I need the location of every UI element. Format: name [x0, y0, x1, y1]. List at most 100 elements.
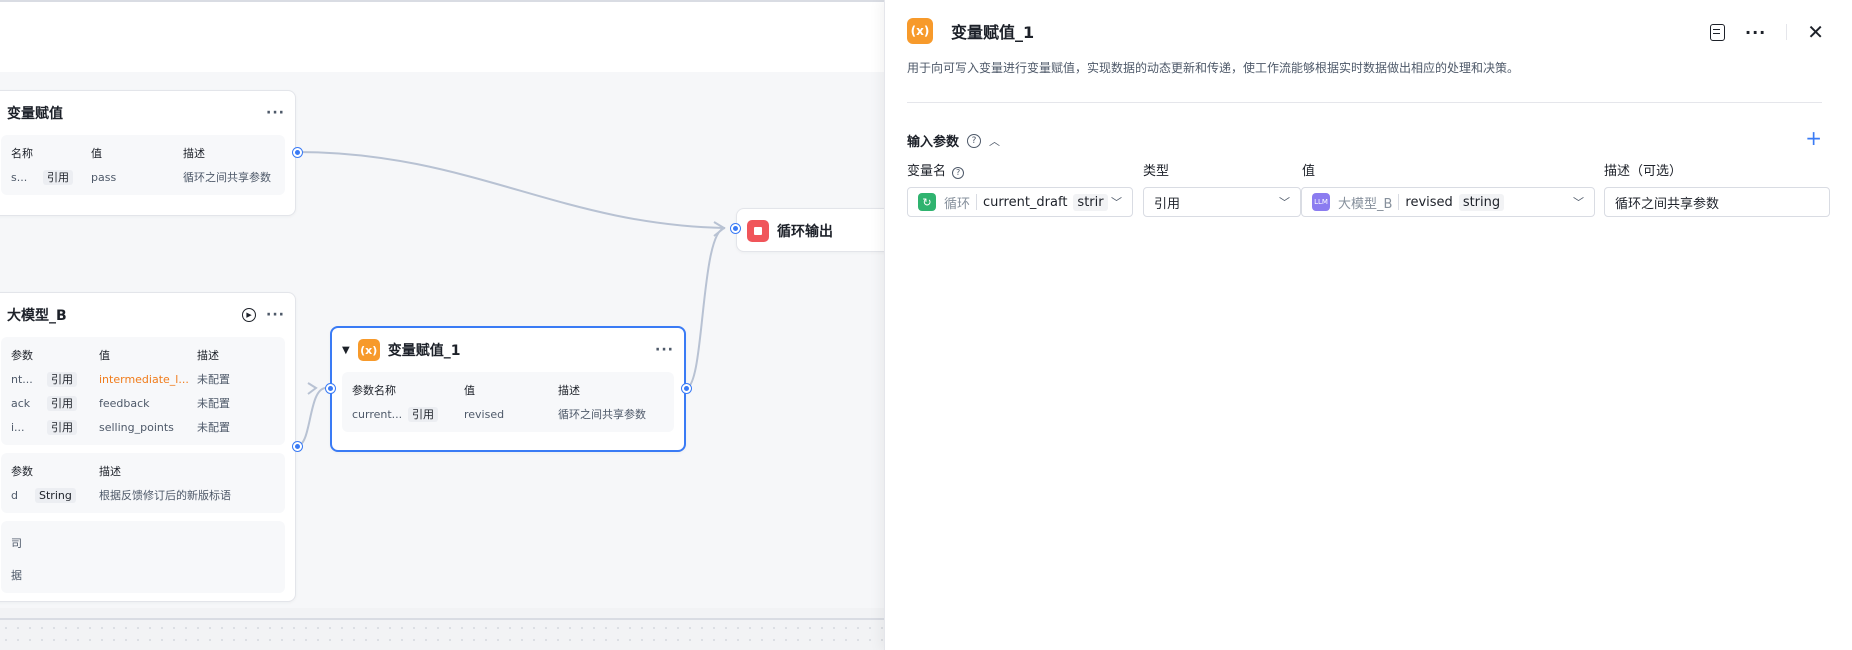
var-name: current_draft: [983, 194, 1068, 210]
col-header-var-name: 变量名 ?: [907, 160, 965, 179]
col-value: 值: [99, 349, 110, 362]
col-label: 变量名: [907, 164, 947, 179]
col-header-type: 类型: [1143, 164, 1170, 179]
close-icon[interactable]: ✕: [1807, 20, 1824, 44]
input-params-box: 参数 值 描述 nt... 引用 intermediate_l... 未配置 a…: [1, 337, 285, 445]
param-desc: 未配置: [197, 421, 230, 434]
extra-box: 司 据: [1, 521, 285, 593]
param-name: current...: [352, 407, 403, 421]
type-tag: String: [35, 487, 76, 503]
param-name: nt...: [11, 372, 33, 386]
separator: [976, 194, 978, 210]
input-port[interactable]: [731, 224, 740, 233]
variable-icon: (x): [907, 18, 933, 44]
param-value: pass: [91, 170, 117, 184]
var-source: 循环: [944, 196, 971, 212]
play-icon[interactable]: ▶: [242, 308, 257, 322]
panel-title[interactable]: 变量赋值_1: [951, 19, 1034, 43]
col-value: 值: [464, 384, 475, 397]
node-title: 循环输出: [777, 224, 833, 240]
loop-icon: ↻: [918, 193, 936, 211]
param-name: i...: [11, 420, 25, 434]
node-config-panel: (x) 变量赋值_1 ··· ✕ 用于向可写入变量进行变量赋值，实现数据的动态更…: [884, 0, 1852, 650]
collapse-icon[interactable]: ▼: [342, 345, 350, 356]
canvas-header-area: [0, 0, 884, 72]
separator: [1398, 194, 1400, 210]
node-loop-output[interactable]: 循环输出: [736, 208, 884, 252]
input-port[interactable]: [326, 384, 335, 393]
chevron-down-icon[interactable]: ﹀: [1279, 194, 1290, 210]
col-name: 名称: [11, 147, 33, 160]
col-desc: 描述: [99, 465, 121, 478]
var-type: strir: [1073, 193, 1108, 211]
node-title: 变量赋值_1: [387, 343, 461, 359]
ref-tag: 引用: [43, 170, 73, 185]
stop-icon: [747, 220, 769, 242]
more-icon[interactable]: ···: [655, 343, 674, 357]
param-row: s... 引用 pass 循环之间共享参数: [11, 165, 275, 189]
param-desc: 循环之间共享参数: [558, 408, 646, 421]
more-icon[interactable]: ···: [266, 308, 285, 322]
param-desc: 未配置: [197, 373, 230, 386]
extra-row: 司: [11, 537, 22, 550]
output-row: d String 根据反馈修订后的新版标语: [11, 483, 275, 507]
ref-tag: 引用: [47, 396, 77, 411]
help-icon[interactable]: ?: [952, 166, 965, 179]
variable-icon: (x): [357, 339, 380, 361]
divider: [1786, 24, 1788, 40]
col-desc: 描述: [558, 384, 580, 397]
col-param: 参数: [11, 349, 33, 362]
param-desc: 循环之间共享参数: [183, 171, 271, 184]
description-input[interactable]: 循环之间共享参数: [1604, 187, 1830, 217]
node-params-box: 名称 值 描述 s... 引用 pass 循环之间共享参数: [1, 135, 285, 195]
param-row: nt... 引用 intermediate_l... 未配置: [11, 367, 275, 391]
param-name: s...: [11, 170, 28, 184]
node-title: 大模型_B: [7, 308, 67, 324]
llm-icon: LLM: [1312, 193, 1330, 211]
value-type: string: [1458, 193, 1505, 211]
workflow-canvas[interactable]: 变量赋值 ··· 名称 值 描述 s... 引用 pass 循环之间共享参数 大…: [0, 0, 884, 650]
divider: [907, 102, 1822, 103]
param-desc: 根据反馈修订后的新版标语: [99, 489, 231, 502]
chevron-up-icon[interactable]: ︿: [989, 133, 1000, 149]
param-row: current... 引用 revised 循环之间共享参数: [352, 402, 664, 426]
help-icon[interactable]: ?: [967, 133, 982, 148]
more-icon[interactable]: ···: [266, 106, 285, 120]
value-select[interactable]: LLM 大模型_B revised string ﹀: [1301, 187, 1595, 217]
value-source: 大模型_B: [1338, 196, 1393, 212]
ref-tag: 引用: [47, 420, 77, 435]
input-params-section[interactable]: 输入参数 ? ︿: [907, 131, 1000, 150]
output-params-box: 参数 描述 d String 根据反馈修订后的新版标语: [1, 453, 285, 513]
output-port[interactable]: [293, 442, 302, 451]
section-title: 输入参数: [907, 135, 960, 150]
col-name: 参数名称: [352, 384, 396, 397]
param-name: d: [11, 488, 18, 502]
chevron-down-icon[interactable]: ﹀: [1111, 194, 1122, 210]
ref-tag: 引用: [408, 407, 438, 422]
type-select[interactable]: 引用 ﹀: [1143, 187, 1301, 217]
ref-tag: 引用: [47, 372, 77, 387]
add-param-icon[interactable]: +: [1805, 126, 1822, 150]
param-row: ack 引用 feedback 未配置: [11, 391, 275, 415]
col-header-value: 值: [1302, 164, 1316, 179]
param-value: feedback: [99, 396, 150, 410]
notes-icon[interactable]: [1710, 23, 1725, 41]
node-llm-b[interactable]: 大模型_B ▶ ··· 参数 值 描述 nt... 引用 intermediat…: [0, 292, 296, 602]
output-port[interactable]: [682, 384, 691, 393]
param-row: i... 引用 selling_points 未配置: [11, 415, 275, 439]
output-port[interactable]: [293, 148, 302, 157]
col-param: 参数: [11, 465, 33, 478]
param-value: selling_points: [99, 420, 174, 434]
more-icon[interactable]: ···: [1745, 23, 1766, 42]
param-value: intermediate_l...: [99, 372, 189, 386]
col-desc: 描述: [183, 147, 205, 160]
variable-name-select[interactable]: ↻ 循环 current_draft strir ﹀: [907, 187, 1133, 217]
node-variable-assign[interactable]: 变量赋值 ··· 名称 值 描述 s... 引用 pass 循环之间共享参数: [0, 90, 296, 216]
loop-border: [0, 618, 884, 620]
node-variable-assign-1[interactable]: ▼ (x) 变量赋值_1 ··· 参数名称 值 描述 current... 引用…: [330, 326, 686, 452]
param-desc: 未配置: [197, 397, 230, 410]
chevron-down-icon[interactable]: ﹀: [1573, 194, 1584, 210]
col-header-desc: 描述（可选）: [1604, 164, 1683, 179]
node-title: 变量赋值: [7, 106, 63, 122]
param-name: ack: [11, 396, 31, 410]
